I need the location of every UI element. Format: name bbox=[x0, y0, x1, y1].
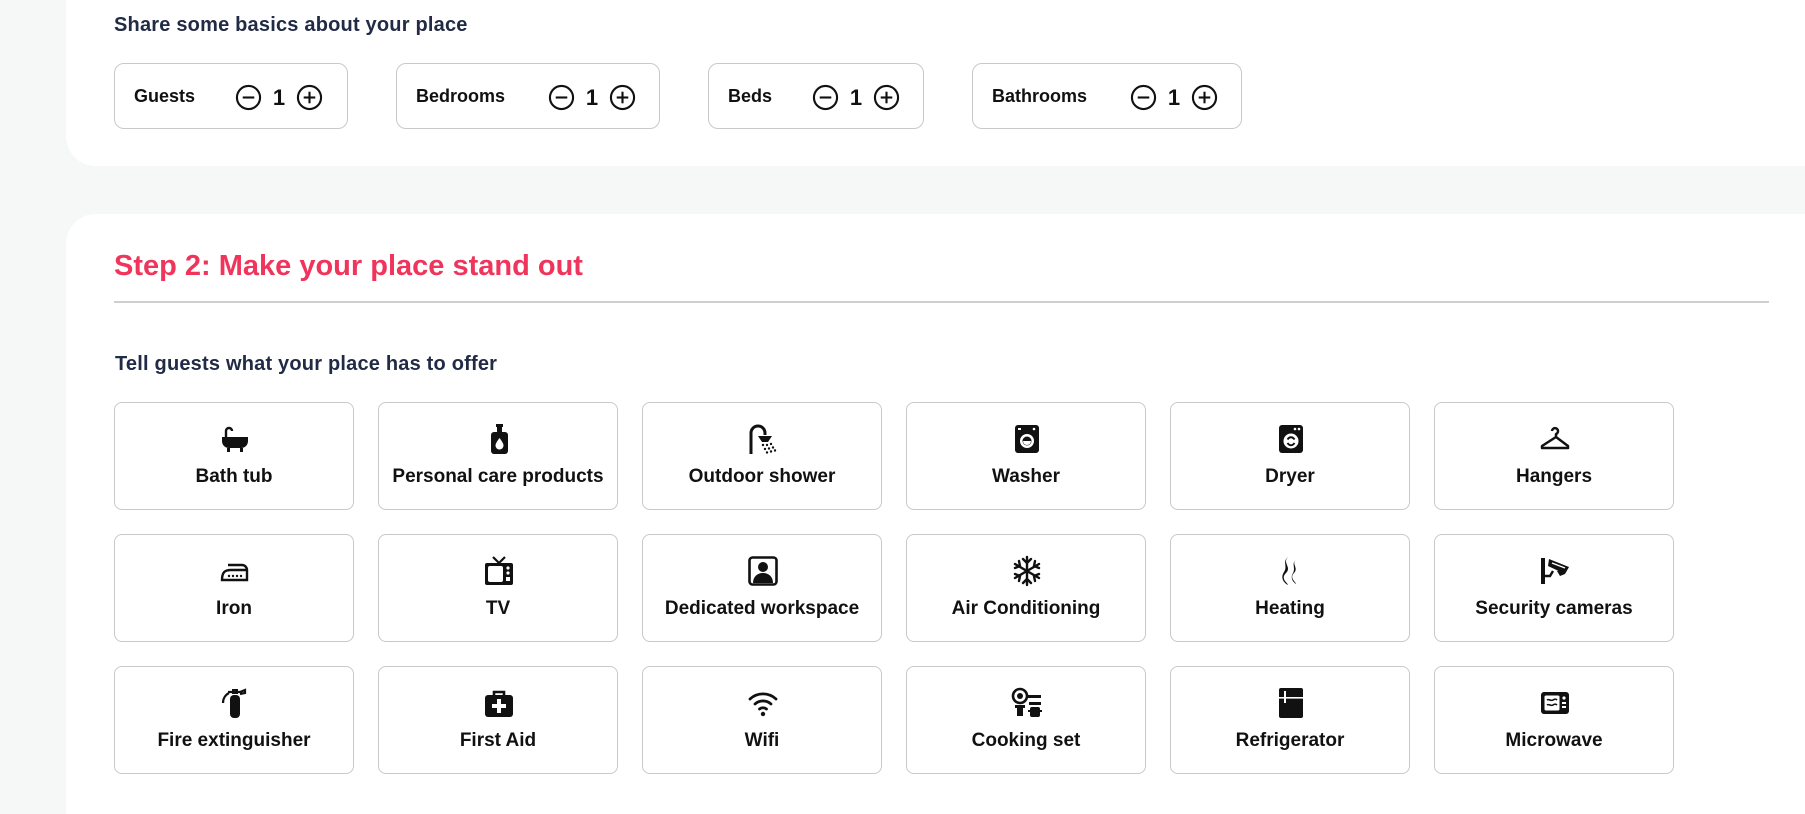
amenity-first-aid[interactable]: First Aid bbox=[378, 666, 618, 774]
amenity-dryer[interactable]: Dryer bbox=[1170, 402, 1410, 510]
amenity-air-conditioning[interactable]: Air Conditioning bbox=[906, 534, 1146, 642]
minus-circle-icon[interactable] bbox=[548, 84, 575, 111]
amenity-label: Personal care products bbox=[392, 466, 604, 487]
amenity-iron[interactable]: Iron bbox=[114, 534, 354, 642]
bathrooms-value: 1 bbox=[1167, 85, 1181, 110]
divider bbox=[114, 301, 1769, 303]
plus-circle-icon[interactable] bbox=[873, 84, 900, 111]
amenity-hangers[interactable]: Hangers bbox=[1434, 402, 1674, 510]
step-2-title: Step 2: Make your place stand out bbox=[114, 250, 583, 282]
iron-icon bbox=[220, 563, 249, 582]
guests-value: 1 bbox=[272, 85, 286, 110]
amenity-label: Washer bbox=[992, 466, 1060, 487]
workspace-icon bbox=[748, 556, 778, 586]
amenity-label: Refrigerator bbox=[1235, 730, 1345, 751]
plus-circle-icon[interactable] bbox=[296, 84, 323, 111]
minus-circle-icon[interactable] bbox=[812, 84, 839, 111]
cooking-set-icon bbox=[1011, 687, 1042, 717]
amenity-label: Outdoor shower bbox=[688, 466, 836, 487]
amenity-tv[interactable]: TV bbox=[378, 534, 618, 642]
plus-circle-icon[interactable] bbox=[609, 84, 636, 111]
amenity-heating[interactable]: Heating bbox=[1170, 534, 1410, 642]
amenity-label: Hangers bbox=[1515, 466, 1593, 487]
bedrooms-label: Bedrooms bbox=[416, 86, 506, 106]
beds-stepper: 1 bbox=[812, 84, 900, 111]
amenity-microwave[interactable]: Microwave bbox=[1434, 666, 1674, 774]
bathrooms-counter: Bathrooms 1 bbox=[972, 63, 1242, 129]
amenity-label: Bath tub bbox=[195, 466, 273, 487]
amenity-label: Microwave bbox=[1505, 730, 1603, 751]
amenity-label: Cooking set bbox=[971, 730, 1081, 751]
amenity-label: Dryer bbox=[1265, 466, 1315, 487]
amenity-label: First Aid bbox=[459, 730, 537, 751]
amenity-refrigerator[interactable]: Refrigerator bbox=[1170, 666, 1410, 774]
hanger-icon bbox=[1540, 426, 1570, 450]
amenity-label: Wifi bbox=[744, 730, 780, 751]
bathtub-icon bbox=[222, 426, 248, 452]
amenity-fire-extinguisher[interactable]: Fire extinguisher bbox=[114, 666, 354, 774]
amenity-wifi[interactable]: Wifi bbox=[642, 666, 882, 774]
shower-icon bbox=[749, 424, 777, 454]
amenity-outdoor-shower[interactable]: Outdoor shower bbox=[642, 402, 882, 510]
beds-label: Beds bbox=[728, 86, 773, 106]
amenity-label: Air Conditioning bbox=[951, 598, 1101, 619]
bathrooms-stepper: 1 bbox=[1130, 84, 1218, 111]
minus-circle-icon[interactable] bbox=[235, 84, 262, 111]
refrigerator-icon bbox=[1279, 688, 1303, 718]
beds-counter: Beds 1 bbox=[708, 63, 924, 129]
amenity-security-cameras[interactable]: Security cameras bbox=[1434, 534, 1674, 642]
guests-counter: Guests 1 bbox=[114, 63, 348, 129]
bathrooms-label: Bathrooms bbox=[992, 86, 1088, 106]
amenity-dedicated-workspace[interactable]: Dedicated workspace bbox=[642, 534, 882, 642]
amenity-label: Heating bbox=[1255, 598, 1325, 619]
guests-label: Guests bbox=[134, 86, 196, 106]
security-camera-icon bbox=[1541, 558, 1569, 584]
minus-circle-icon[interactable] bbox=[1130, 84, 1157, 111]
beds-value: 1 bbox=[849, 85, 863, 110]
first-aid-kit-icon bbox=[485, 690, 513, 717]
wifi-icon bbox=[748, 692, 778, 717]
amenity-personal-care[interactable]: Personal care products bbox=[378, 402, 618, 510]
dryer-icon bbox=[1279, 425, 1303, 453]
heat-icon bbox=[1282, 557, 1296, 585]
soap-dispenser-icon bbox=[491, 424, 508, 454]
bedrooms-counter: Bedrooms 1 bbox=[396, 63, 660, 129]
washer-icon bbox=[1015, 425, 1039, 453]
basics-heading: Share some basics about your place bbox=[114, 14, 468, 36]
microwave-icon bbox=[1541, 692, 1569, 714]
amenity-cooking-set[interactable]: Cooking set bbox=[906, 666, 1146, 774]
offer-heading: Tell guests what your place has to offer bbox=[115, 353, 498, 375]
tv-icon bbox=[485, 556, 513, 585]
amenity-bath-tub[interactable]: Bath tub bbox=[114, 402, 354, 510]
guests-stepper: 1 bbox=[235, 84, 323, 111]
amenity-label: Fire extinguisher bbox=[157, 730, 311, 751]
amenity-label: Security cameras bbox=[1475, 598, 1633, 619]
fire-extinguisher-icon bbox=[221, 688, 247, 718]
amenity-label: Iron bbox=[216, 598, 252, 619]
amenity-label: Dedicated workspace bbox=[664, 598, 860, 619]
snowflake-icon bbox=[1013, 555, 1041, 587]
amenity-washer[interactable]: Washer bbox=[906, 402, 1146, 510]
bedrooms-value: 1 bbox=[585, 85, 599, 110]
bedrooms-stepper: 1 bbox=[548, 84, 636, 111]
amenity-label: TV bbox=[485, 598, 511, 619]
plus-circle-icon[interactable] bbox=[1191, 84, 1218, 111]
